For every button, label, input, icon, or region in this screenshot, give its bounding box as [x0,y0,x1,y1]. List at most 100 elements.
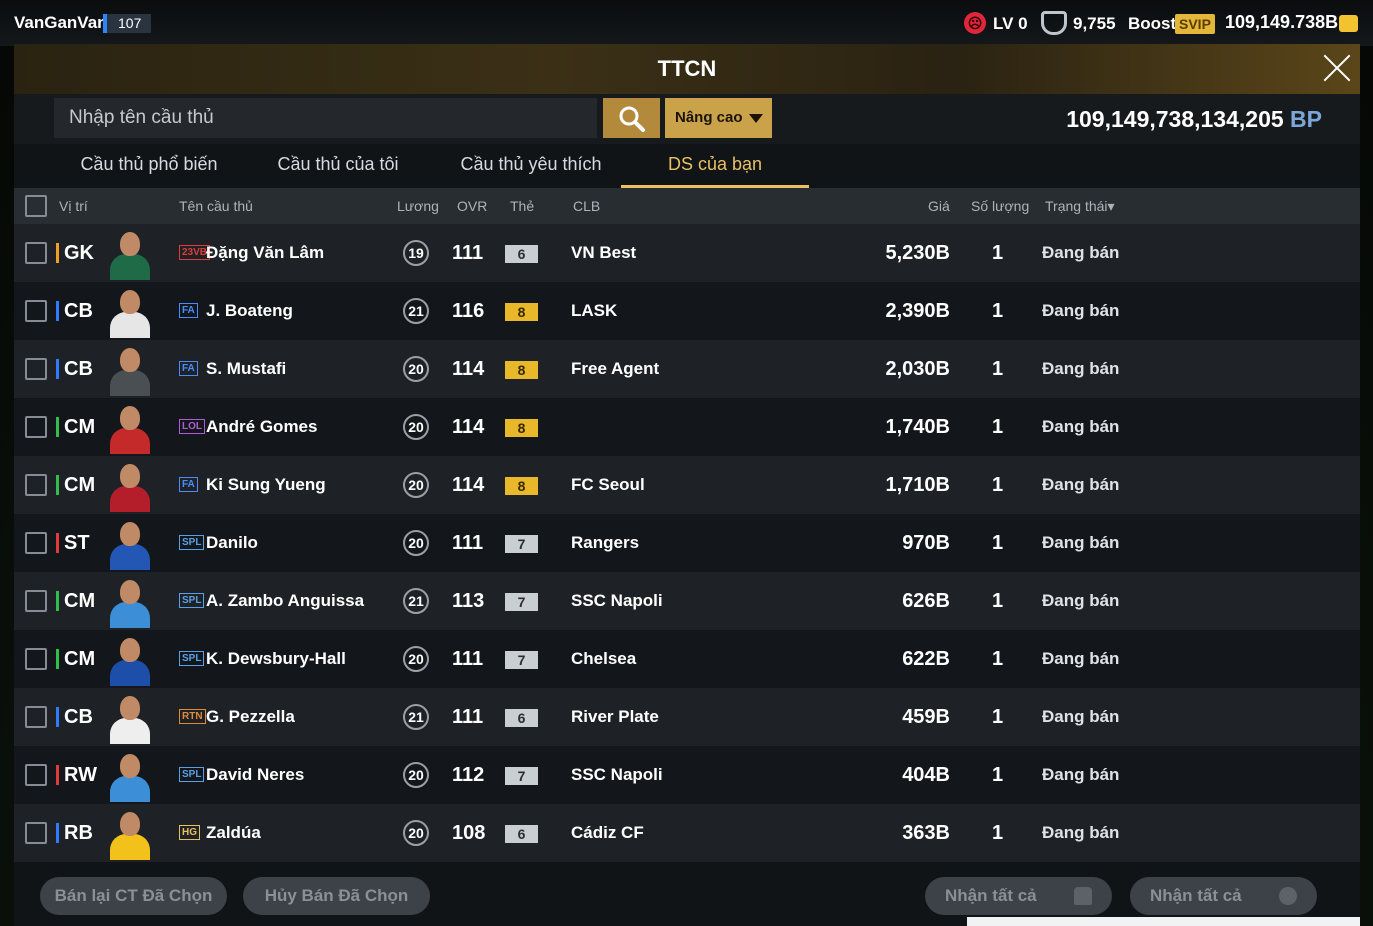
status-value: Đang bán [1042,823,1120,842]
ovr-value: 111 [452,532,484,554]
table-row[interactable]: CB RTN G. Pezzella 21 111 6 River Plate 459B 1 Đa… [14,688,1360,746]
tab-your-list[interactable]: DS của bạn [621,154,809,188]
player-avatar [110,228,150,280]
status-value: Đang bán [1042,243,1120,262]
club-name: River Plate [571,707,659,726]
card-grade: 7 [505,651,538,669]
row-checkbox[interactable] [25,706,47,728]
salary-badge: 21 [403,588,429,614]
player-avatar [110,808,150,860]
search-button[interactable] [603,98,660,138]
row-checkbox[interactable] [25,764,47,786]
card-grade: 6 [505,825,538,843]
claim-all-players-button[interactable]: Nhận tất cả [925,877,1112,915]
quantity-value: 1 [992,300,1004,322]
col-status[interactable]: Trạng thái▾ [1045,198,1115,215]
cancel-sell-selected-label: Hủy Bán Đã Chọn [264,886,409,905]
claim-all-bp-label: Nhận tất cả [1150,886,1242,905]
advanced-filter-button[interactable]: Nâng cao [665,98,772,138]
quantity-value: 1 [992,242,1004,264]
title-bar: TTCN [14,44,1360,94]
row-checkbox[interactable] [25,822,47,844]
player-avatar [110,402,150,454]
coin-icon [1339,15,1358,32]
status-value: Đang bán [1042,533,1120,552]
table-row[interactable]: CM SPL K. Dewsbury-Hall 20 111 7 Chelsea 622B 1 Đ… [14,630,1360,688]
status-value: Đang bán [1042,765,1120,784]
card-grade: 6 [505,245,538,263]
resell-selected-button[interactable]: Bán lại CT Đã Chọn [40,877,227,915]
bp-balance: 109,149.738B [1225,12,1339,32]
row-checkbox[interactable] [25,532,47,554]
username: VanGanVan [14,13,108,32]
tab-my-players[interactable]: Cầu thủ của tôi [262,154,414,188]
club-name: SSC Napoli [571,765,663,784]
table-row[interactable]: CB FA J. Boateng 21 116 8 LASK 2,390B 1 Đang bán [14,282,1360,340]
salary-badge: 20 [403,646,429,672]
table-row[interactable]: CM LOL André Gomes 20 114 8 1,740B 1 Đang bán [14,398,1360,456]
cancel-sell-selected-button[interactable]: Hủy Bán Đã Chọn [243,877,430,915]
claim-all-bp-button[interactable]: Nhận tất cả [1130,877,1317,915]
col-name[interactable]: Tên cầu thủ [179,198,253,214]
card-grade: 8 [505,477,538,495]
player-name: André Gomes [206,417,318,436]
season-badge: FA [179,477,198,492]
bottom-strip [967,917,1360,926]
table-row[interactable]: ST SPL Danilo 20 111 7 Rangers 970B 1 Đang bán [14,514,1360,572]
ovr-value: 108 [452,822,486,844]
quantity-value: 1 [992,532,1004,554]
position-label: CB [56,707,93,727]
search-input[interactable] [54,98,597,138]
table-row[interactable]: CB FA S. Mustafi 20 114 8 Free Agent 2,030B 1 Đan… [14,340,1360,398]
row-checkbox[interactable] [25,242,47,264]
boost-label: Boost [1128,14,1177,33]
table-row[interactable]: CM SPL A. Zambo Anguissa 21 113 7 SSC Napoli 62… [14,572,1360,630]
avatar-head [120,464,140,488]
col-salary[interactable]: Lương [397,198,439,214]
transfer-market-panel: TTCN Nâng cao 109,149,738,134,205 BP Cầu… [14,44,1360,926]
ovr-value: 111 [452,706,484,728]
row-checkbox[interactable] [25,358,47,380]
row-checkbox[interactable] [25,648,47,670]
price-value: 1,740B [885,416,951,438]
bp-token-icon [1279,887,1297,905]
row-checkbox[interactable] [25,416,47,438]
row-checkbox[interactable] [25,590,47,612]
status-value: Đang bán [1042,359,1120,378]
price-value: 970B [902,532,950,554]
ovr-value: 116 [452,300,485,322]
col-position[interactable]: Vị trí [59,198,88,214]
position-label: CM [56,417,95,437]
col-club[interactable]: CLB [573,198,600,214]
position-label: GK [56,243,94,263]
season-badge: SPL [179,535,205,550]
row-checkbox[interactable] [25,474,47,496]
price-value: 5,230B [885,242,951,264]
row-checkbox[interactable] [25,300,47,322]
col-ovr[interactable]: OVR [457,198,487,214]
tab-bar: Cầu thủ phổ biến Cầu thủ của tôi Cầu thủ… [14,144,1360,188]
select-all-checkbox[interactable] [25,195,47,217]
tab-favorite-players[interactable]: Cầu thủ yêu thích [447,154,615,188]
table-row[interactable]: CM FA Ki Sung Yueng 20 114 8 FC Seoul 1,710B 1 Đa… [14,456,1360,514]
ovr-value: 111 [452,242,484,264]
col-price[interactable]: Giá [928,198,950,214]
avatar-head [120,812,140,836]
card-grade: 6 [505,709,538,727]
ovr-value: 114 [452,474,485,496]
col-quantity[interactable]: Số lượng [971,198,1029,214]
salary-badge: 20 [403,472,429,498]
player-name: G. Pezzella [206,707,295,726]
position-label: ST [56,533,90,553]
search-row: Nâng cao 109,149,738,134,205 BP [14,94,1360,144]
table-row[interactable]: GK 23VB Đặng Văn Lâm 19 111 6 VN Best 5,230B 1 Đa… [14,224,1360,282]
col-card[interactable]: Thẻ [510,198,534,214]
player-name: Zaldúa [206,823,261,842]
close-icon[interactable] [1322,53,1352,83]
position-label: CB [56,359,93,379]
avatar-head [120,348,140,372]
table-row[interactable]: RW SPL David Neres 20 112 7 SSC Napoli 404B 1 Đan… [14,746,1360,804]
tab-popular-players[interactable]: Cầu thủ phổ biến [70,154,228,188]
position-label: CM [56,649,95,669]
table-row[interactable]: RB HG Zaldúa 20 108 6 Cádiz CF 363B 1 Đang bán [14,804,1360,862]
